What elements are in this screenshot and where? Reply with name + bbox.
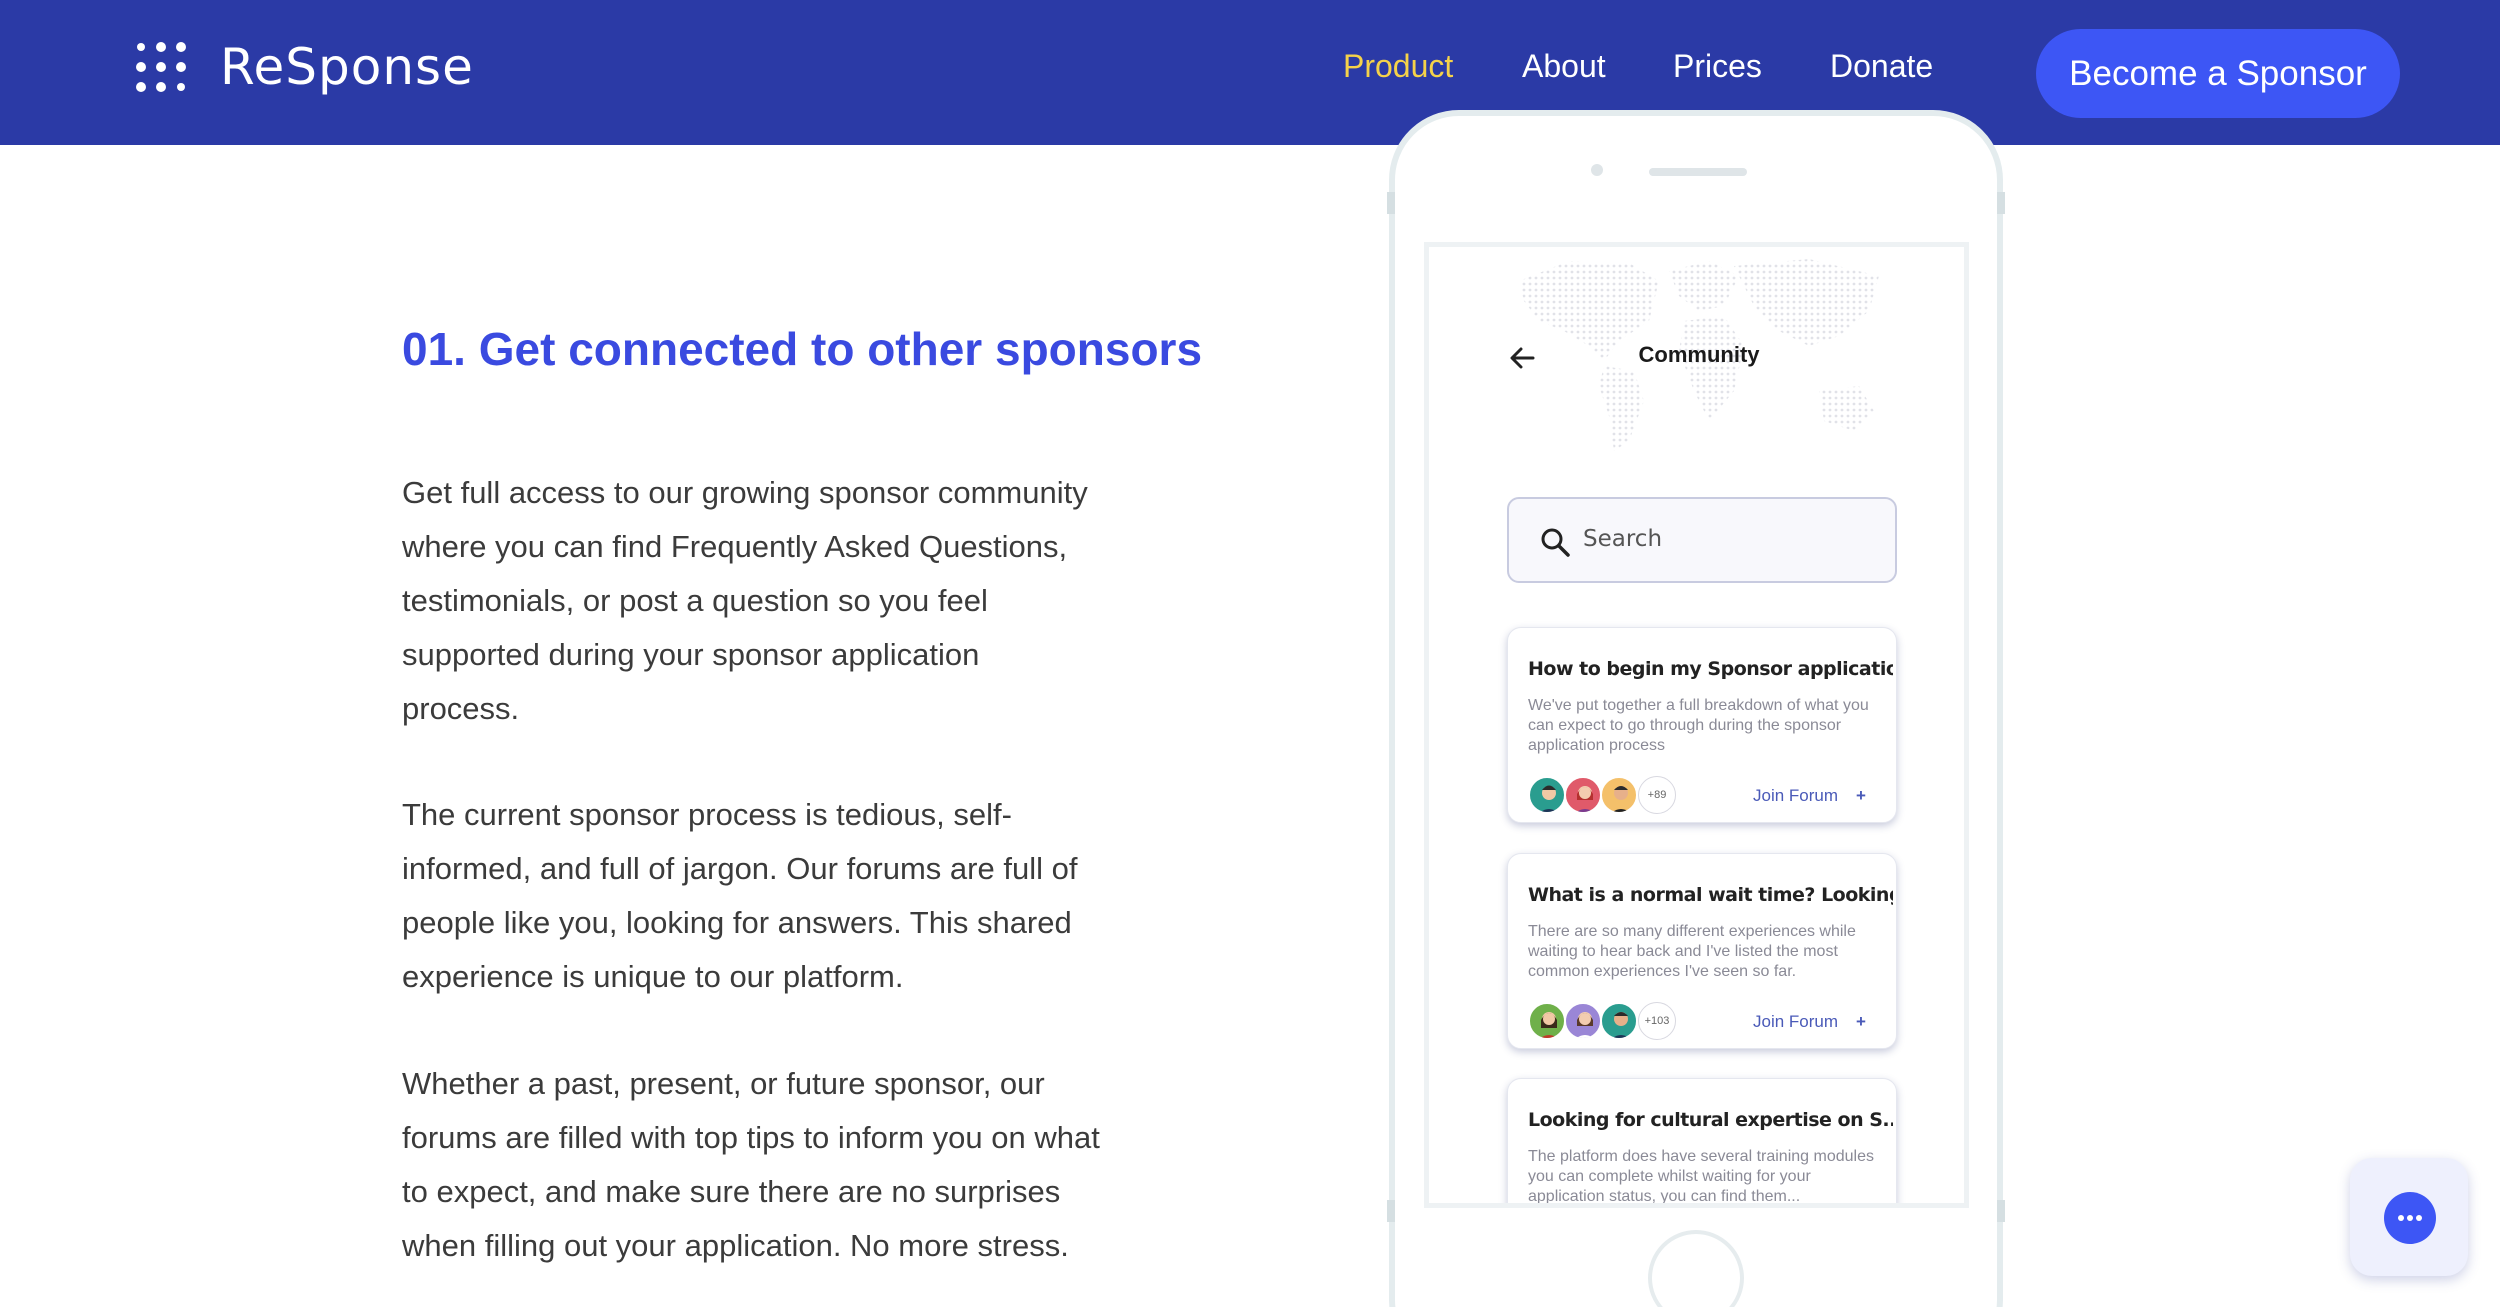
search-input[interactable]: Search (1507, 497, 1897, 583)
paragraph-process: The current sponsor process is tedious, … (402, 797, 1078, 994)
forum-card[interactable]: What is a normal wait time? Looking f.. … (1507, 853, 1897, 1049)
member-count: +103 (1638, 1002, 1676, 1040)
chat-bubble-icon (2384, 1192, 2436, 1244)
phone-side-button (1997, 1200, 2005, 1222)
screen-title: Community (1638, 342, 1760, 367)
search-icon (1541, 528, 1570, 557)
phone-speaker (1649, 168, 1747, 176)
avatar (1528, 776, 1566, 814)
back-arrow-icon[interactable] (1507, 343, 1537, 373)
forum-card-body: The platform does have several training … (1528, 1148, 1874, 1205)
phone-side-button (1387, 192, 1395, 214)
join-forum-button[interactable]: Join Forum + (1753, 1012, 1866, 1032)
forum-card-body: There are so many different experiences … (1528, 923, 1856, 980)
phone-camera (1591, 164, 1603, 176)
paragraph-community: Get full access to our growing sponsor c… (402, 475, 1088, 726)
logo-dots-icon (136, 41, 188, 93)
avatar (1600, 776, 1638, 814)
forum-card-title: What is a normal wait time? Looking f.. (1528, 884, 1893, 906)
nav-donate[interactable]: Donate (1830, 48, 1933, 85)
brand-logo[interactable]: ReSponse (136, 38, 474, 96)
forum-card-body: We've put together a full breakdown of w… (1528, 697, 1869, 754)
nav-product[interactable]: Product (1343, 48, 1453, 85)
top-nav-bar: ReSponse Product About Prices Donate Bec… (0, 0, 2500, 145)
chat-widget-button[interactable] (2350, 1158, 2468, 1276)
avatar (1564, 776, 1602, 814)
join-forum-label: Join Forum (1753, 786, 1839, 805)
nav-about[interactable]: About (1522, 48, 1606, 85)
avatar (1528, 1002, 1566, 1040)
section-title: 01. Get connected to other sponsors (402, 323, 1203, 375)
plus-icon: + (1856, 1012, 1866, 1031)
forum-card[interactable]: How to begin my Sponsor application? We'… (1507, 627, 1897, 823)
avatar (1600, 1002, 1638, 1040)
become-sponsor-button[interactable]: Become a Sponsor (2036, 29, 2400, 118)
brand-name: ReSponse (220, 38, 474, 96)
search-placeholder: Search (1583, 526, 1663, 552)
join-forum-label: Join Forum (1753, 1012, 1839, 1031)
forum-card-title: Looking for cultural expertise on S.. (1528, 1109, 1893, 1131)
forum-card-title: How to begin my Sponsor application? (1528, 658, 1893, 680)
nav-prices[interactable]: Prices (1673, 48, 1762, 85)
phone-side-button (1387, 1200, 1395, 1222)
phone-side-button (1997, 192, 2005, 214)
forum-card[interactable]: Looking for cultural expertise on S.. Th… (1507, 1078, 1897, 1205)
join-forum-button[interactable]: Join Forum + (1753, 786, 1866, 806)
member-avatars: +89 (1528, 776, 1676, 816)
phone-screen: Community Search How to begin my Sponsor… (1424, 242, 1969, 1208)
plus-icon: + (1856, 786, 1866, 805)
member-avatars: +103 (1528, 1002, 1676, 1042)
avatar (1564, 1002, 1602, 1040)
member-count: +89 (1638, 776, 1676, 814)
paragraph-forums: Whether a past, present, or future spons… (402, 1066, 1100, 1263)
